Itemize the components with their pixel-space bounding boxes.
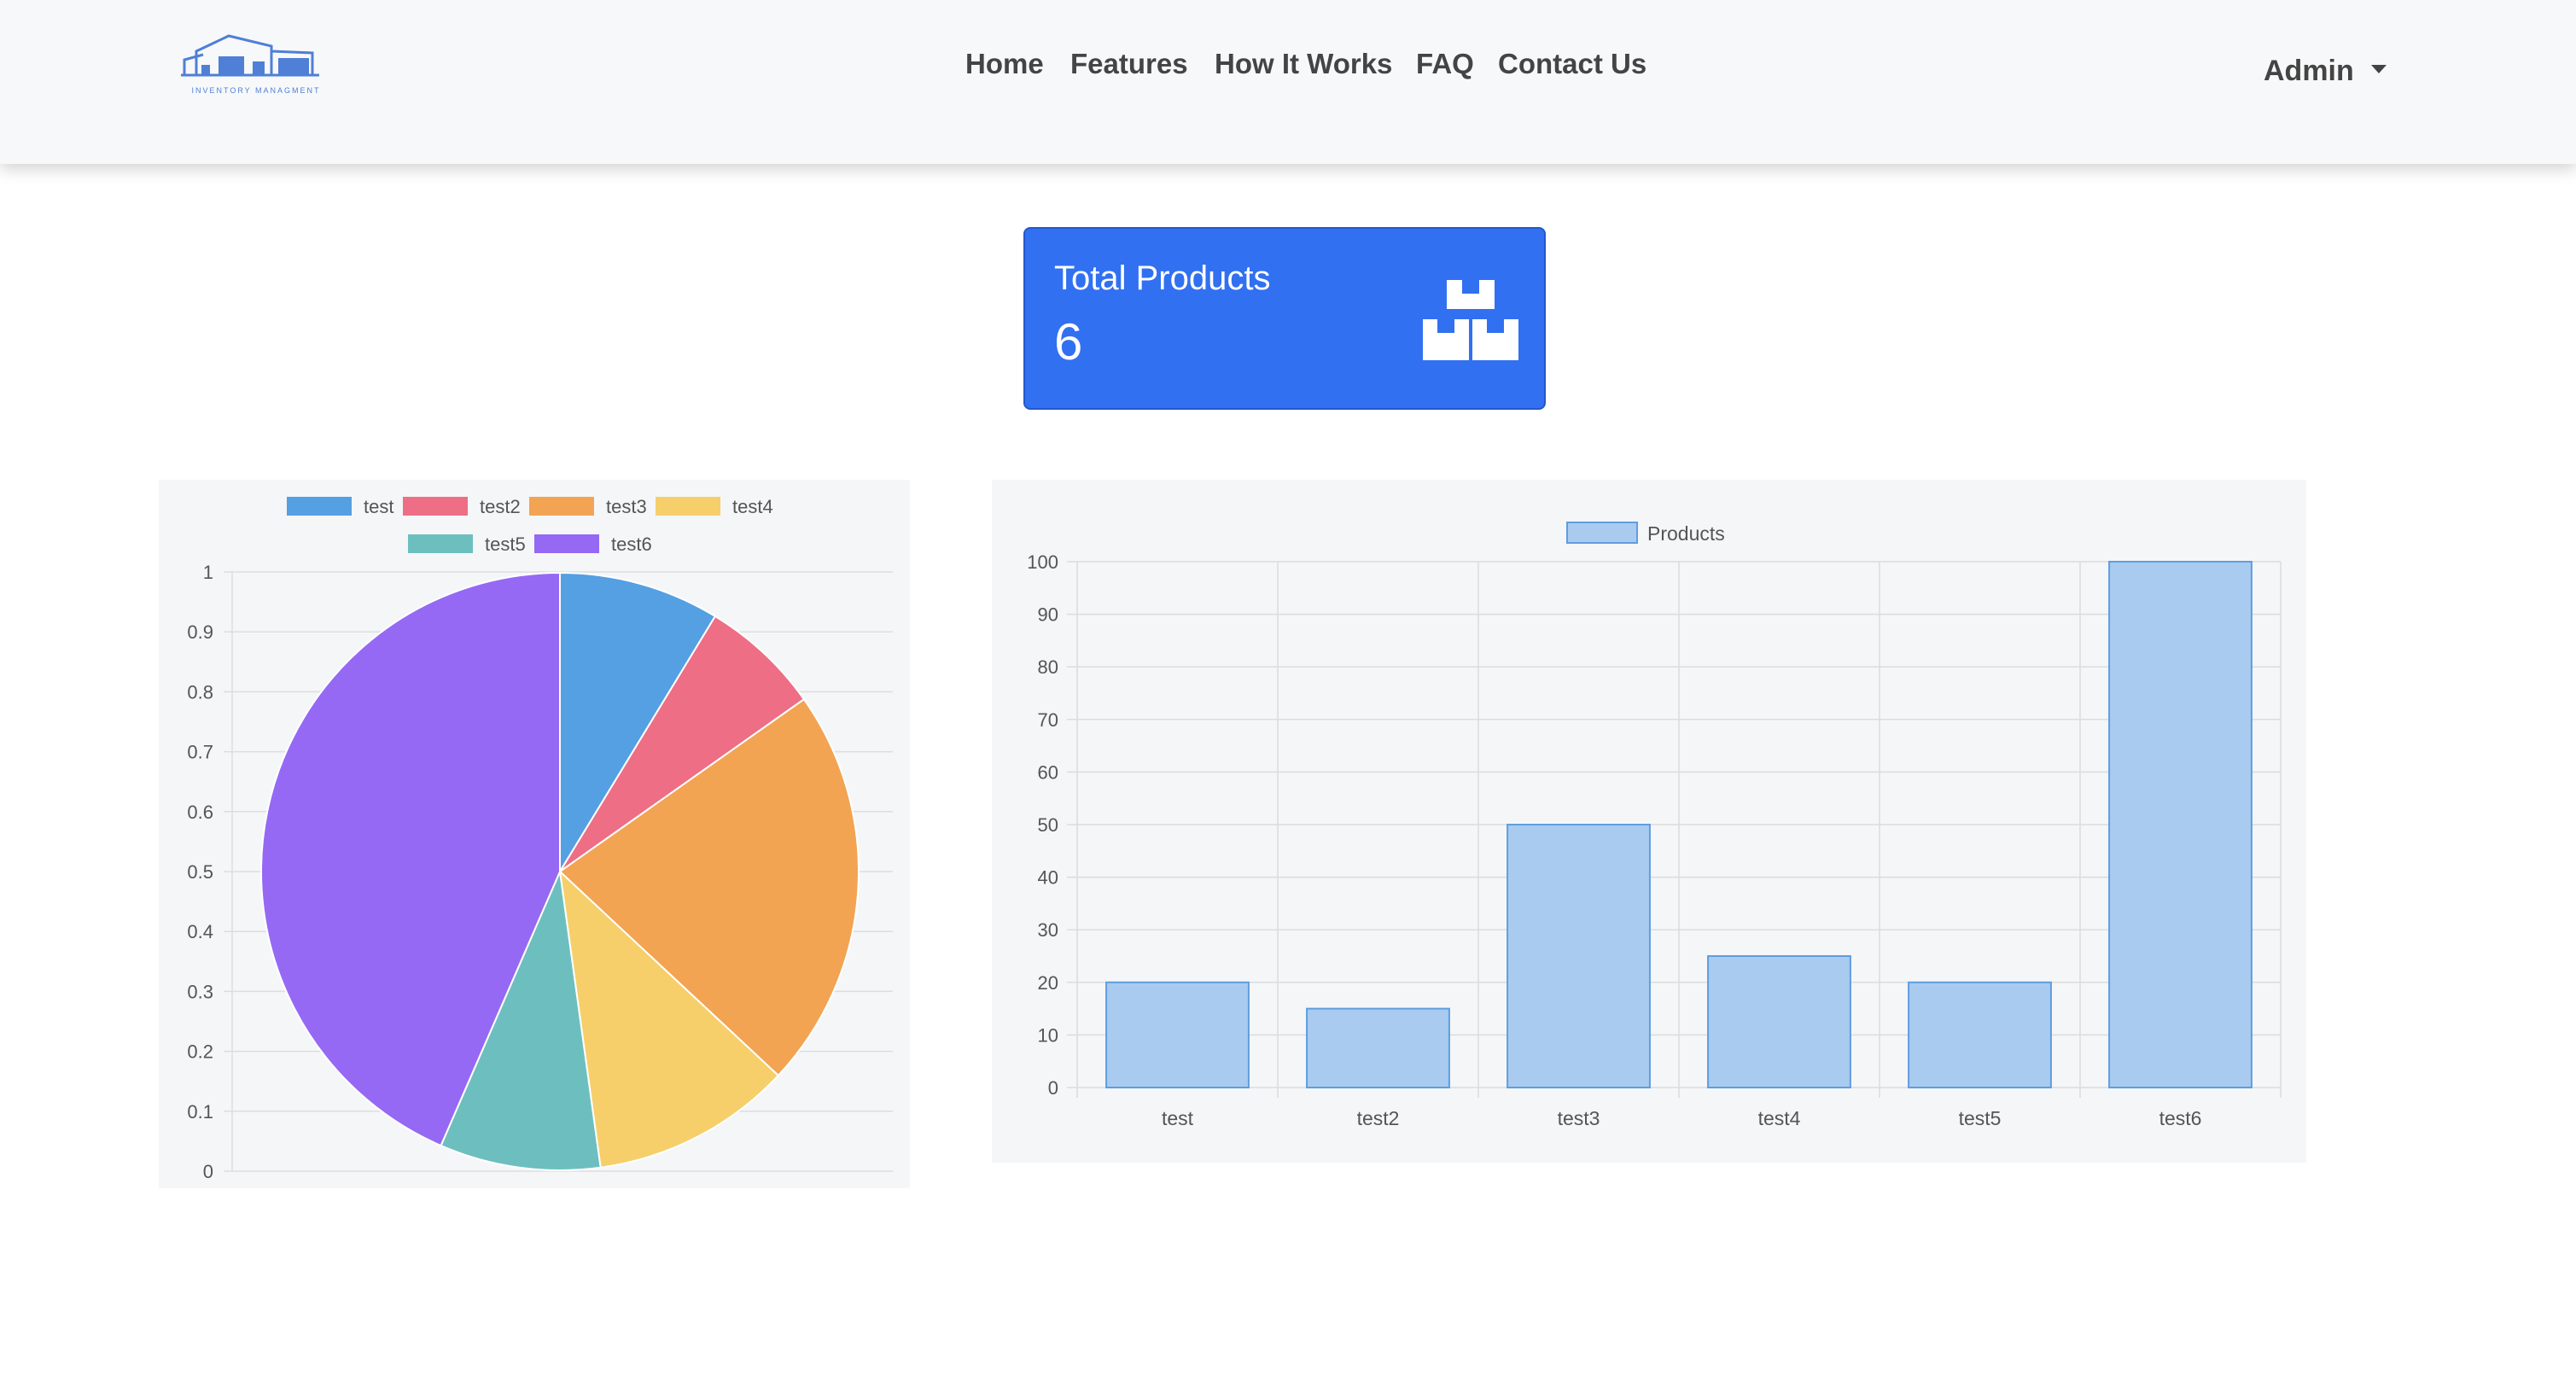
- bar: [1306, 1007, 1450, 1088]
- x-tick-label: test5: [1959, 1107, 2002, 1129]
- y-tick-label: 50: [1038, 814, 1058, 836]
- x-tick-label: test4: [1758, 1107, 1801, 1129]
- legend-label: test2: [480, 496, 521, 517]
- legend-label: test: [364, 496, 393, 517]
- nav-contact-us[interactable]: Contact Us: [1498, 48, 1646, 80]
- y-tick-label: 0.2: [187, 1041, 213, 1063]
- y-tick-label: 10: [1038, 1024, 1058, 1046]
- legend-swatch: [1566, 522, 1638, 544]
- y-tick-label: 0: [203, 1161, 213, 1182]
- y-tick-label: 80: [1038, 656, 1058, 678]
- bar: [1507, 824, 1651, 1088]
- x-tick-label: test3: [1558, 1107, 1600, 1129]
- nav-home[interactable]: Home: [965, 48, 1044, 80]
- nav-faq[interactable]: FAQ: [1416, 48, 1474, 80]
- legend-swatch: [408, 534, 473, 553]
- logo[interactable]: INVENTORY MANAGMENT: [178, 26, 335, 97]
- legend-label: Products: [1647, 522, 1725, 545]
- pie-chart: 0 0.1 0.2 0.3 0.4 0.5 0.6 0.7 0.8 0.9 1 test test2 te…: [187, 496, 893, 1182]
- legend-label: test5: [485, 534, 526, 555]
- bar: [1105, 981, 1250, 1088]
- y-tick-label: 0.8: [187, 681, 213, 703]
- y-tick-label: 20: [1038, 972, 1058, 994]
- x-tick-label: test2: [1357, 1107, 1400, 1129]
- y-tick-label: 90: [1038, 604, 1058, 626]
- pie-chart-panel: 0 0.1 0.2 0.3 0.4 0.5 0.6 0.7 0.8 0.9 1 test test2 te…: [159, 480, 910, 1188]
- y-tick-label: 70: [1038, 709, 1058, 731]
- y-tick-label: 0.7: [187, 742, 213, 763]
- y-tick-label: 0.9: [187, 621, 213, 643]
- legend-label: test6: [611, 534, 652, 555]
- y-tick-label: 0.1: [187, 1101, 213, 1123]
- y-tick-label: 0.6: [187, 802, 213, 823]
- y-tick-label: 0.5: [187, 861, 213, 883]
- bar-chart-panel: Products 0 10 20 30 40 50 60 70 80 90 100 test test2 t…: [992, 480, 2306, 1163]
- top-navbar: INVENTORY MANAGMENT Home Features How It…: [0, 0, 2576, 164]
- card-value: 6: [1054, 313, 1083, 370]
- bar: [2108, 561, 2253, 1088]
- total-products-card: Total Products 6: [1023, 227, 1546, 410]
- nav-how-it-works[interactable]: How It Works: [1215, 48, 1392, 80]
- legend-swatch: [287, 497, 352, 516]
- legend-swatch: [403, 497, 468, 516]
- card-title: Total Products: [1054, 260, 1271, 297]
- y-tick-label: 60: [1038, 761, 1058, 783]
- bar-chart: Products 0 10 20 30 40 50 60 70 80 90 100 test test2 t…: [1027, 522, 2282, 1129]
- y-tick-label: 1: [203, 562, 213, 583]
- bar: [1908, 981, 2052, 1088]
- y-tick-label: 30: [1038, 919, 1058, 941]
- boxes-icon: [1423, 280, 1518, 360]
- bar: [1707, 955, 1851, 1088]
- y-tick-label: 0.4: [187, 921, 213, 942]
- chevron-down-icon: [2370, 65, 2387, 74]
- x-tick-label: test: [1162, 1107, 1194, 1129]
- legend-swatch: [534, 534, 599, 553]
- x-tick-label: test6: [2159, 1107, 2202, 1129]
- legend-label: test3: [606, 496, 647, 517]
- nav-features[interactable]: Features: [1070, 48, 1188, 80]
- legend-swatch: [656, 497, 720, 516]
- y-tick-label: 0.3: [187, 981, 213, 1002]
- user-menu-toggle[interactable]: Admin: [2264, 55, 2387, 88]
- y-tick-label: 0: [1048, 1077, 1058, 1099]
- legend-label: test4: [732, 496, 773, 517]
- y-tick-label: 40: [1038, 867, 1058, 889]
- logo-text: INVENTORY MANAGMENT: [191, 86, 320, 95]
- legend-swatch: [529, 497, 594, 516]
- y-tick-label: 100: [1027, 551, 1058, 573]
- user-menu-label: Admin: [2264, 55, 2354, 87]
